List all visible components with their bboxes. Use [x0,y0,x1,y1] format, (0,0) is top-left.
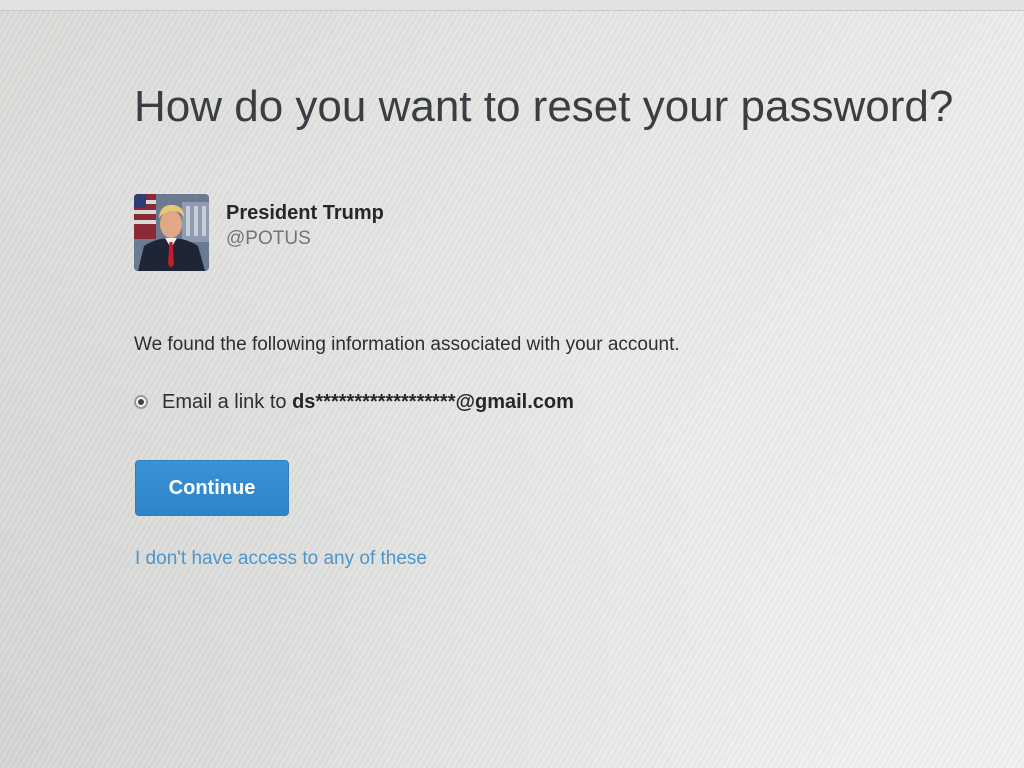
reset-option-email[interactable]: Email a link to ds******************@gma… [134,389,574,415]
account-handle: @POTUS [226,228,311,249]
reset-option-prefix: Email a link to [162,390,287,413]
page-title: How do you want to reset your password? [134,82,954,131]
email-radio-button[interactable] [134,395,148,409]
account-name: President Trump [226,202,384,224]
window-top-edge [0,0,1024,11]
account-avatar [134,194,209,271]
reset-option-label: Email a link to ds******************@gma… [162,391,574,414]
avatar-photo [134,194,209,271]
continue-button[interactable]: Continue [135,460,289,516]
info-text: We found the following information assoc… [134,334,680,355]
masked-email: ds******************@gmail.com [292,390,574,413]
no-access-link[interactable]: I don't have access to any of these [135,548,427,570]
